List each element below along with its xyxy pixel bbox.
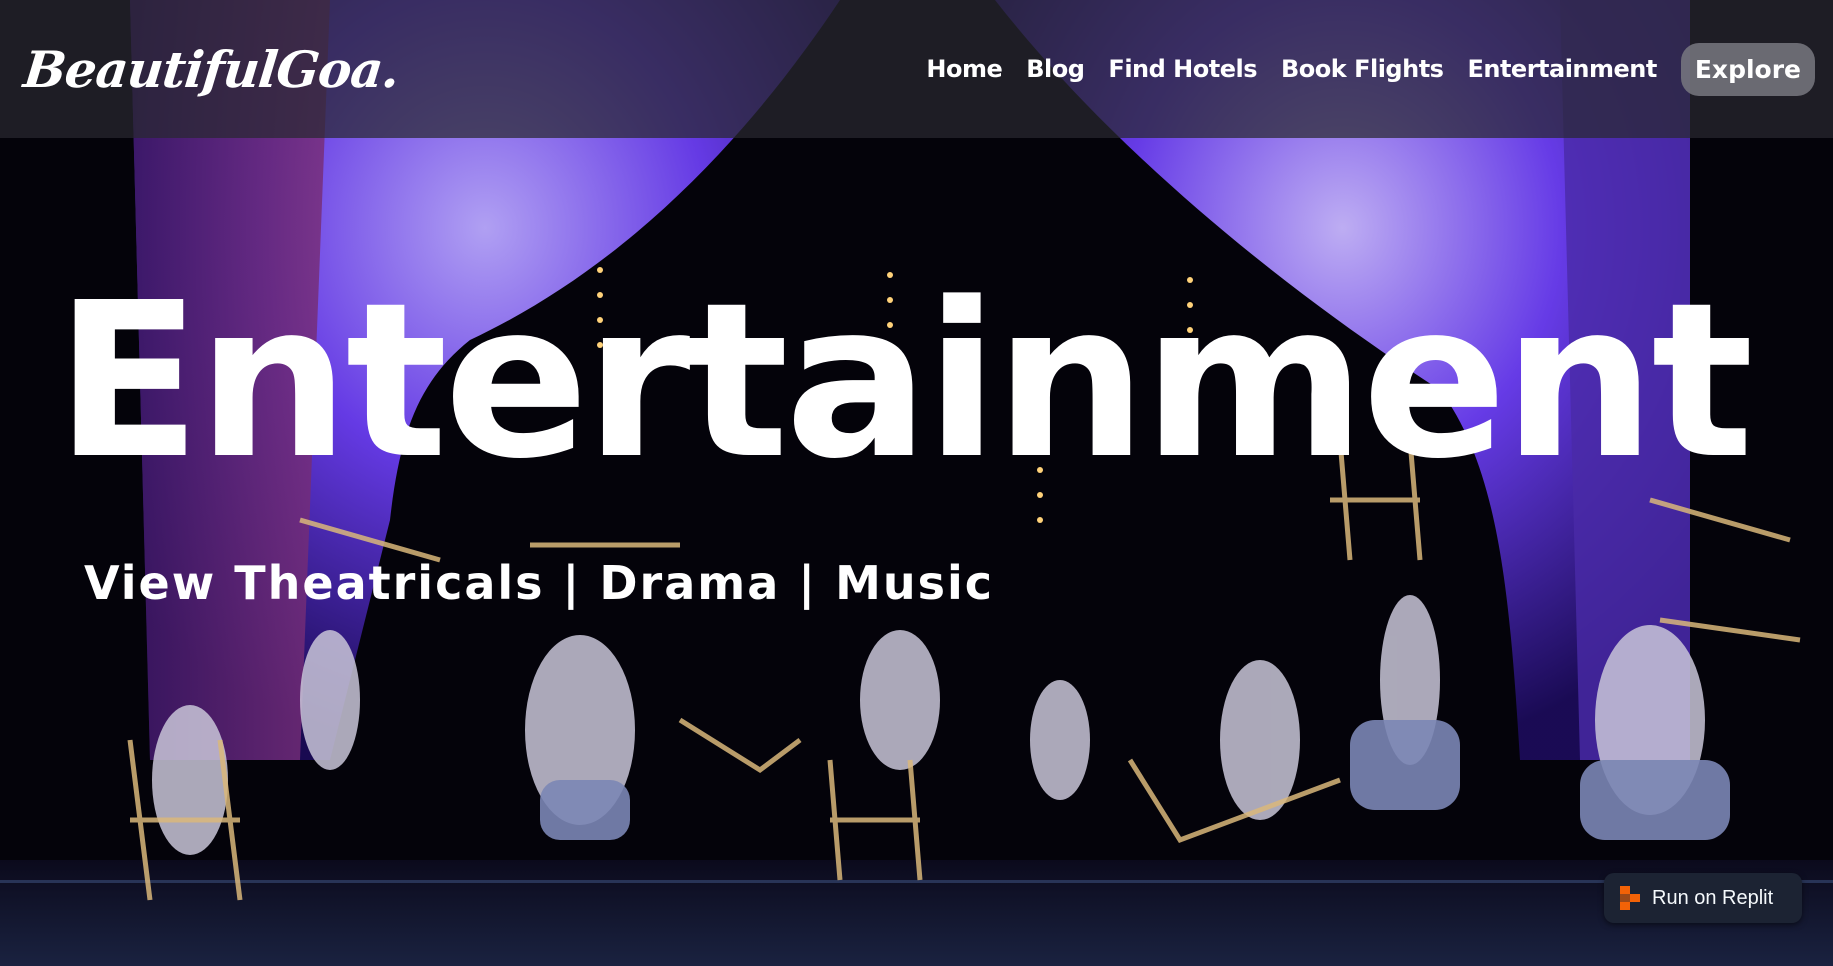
brand-logo[interactable]: BeautifulGoa.: [21, 40, 402, 99]
nav-link-blog[interactable]: Blog: [1026, 55, 1085, 83]
run-on-replit-button[interactable]: Run on Replit: [1604, 873, 1802, 923]
nav-link-home[interactable]: Home: [926, 55, 1002, 83]
replit-icon: [1620, 886, 1640, 910]
nav-link-entertainment[interactable]: Entertainment: [1467, 55, 1657, 83]
nav-links: Home Blog Find Hotels Book Flights Enter…: [926, 42, 1815, 96]
top-navbar: BeautifulGoa. Home Blog Find Hotels Book…: [0, 0, 1833, 138]
explore-button[interactable]: Explore: [1680, 42, 1815, 96]
nav-link-book-flights[interactable]: Book Flights: [1281, 55, 1444, 83]
nav-link-find-hotels[interactable]: Find Hotels: [1108, 55, 1257, 83]
hero-title: Entertainment: [55, 257, 1754, 506]
hero-subtitle: View Theatricals | Drama | Music: [84, 556, 995, 610]
hero-section: BeautifulGoa. Home Blog Find Hotels Book…: [0, 0, 1833, 966]
replit-badge-label: Run on Replit: [1652, 886, 1774, 909]
